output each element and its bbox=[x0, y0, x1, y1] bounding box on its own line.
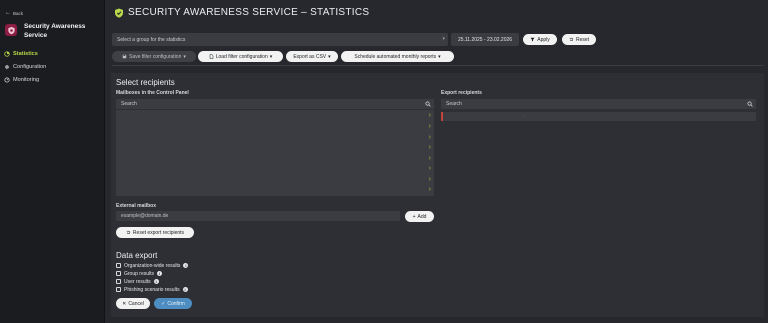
group-select-placeholder: Select a group for the statistics bbox=[117, 36, 186, 43]
save-icon bbox=[122, 54, 127, 59]
mailboxes-search-input[interactable]: Search bbox=[116, 99, 434, 109]
checkbox[interactable] bbox=[116, 263, 121, 268]
divider bbox=[112, 65, 764, 66]
info-icon[interactable]: i bbox=[182, 287, 188, 292]
option-label: Organization-wide results bbox=[124, 262, 181, 269]
schedule-label: Schedule automated monthly reports bbox=[354, 53, 437, 60]
option-phishing-scenario[interactable]: Phishing scenario results i bbox=[116, 286, 188, 293]
close-icon: ✕ bbox=[122, 300, 127, 307]
shield-icon bbox=[115, 8, 123, 18]
save-filter-label: Save filter configuration bbox=[129, 53, 182, 60]
chart-pie-icon bbox=[4, 51, 10, 57]
load-filter-label: Load filter configuration bbox=[215, 53, 268, 60]
sidebar-item-label: Monitoring bbox=[13, 77, 40, 83]
reset-export-recipients-button[interactable]: Reset export recipients bbox=[116, 227, 194, 238]
option-label: Group results bbox=[124, 270, 155, 277]
checkbox[interactable] bbox=[116, 287, 121, 292]
chevron-down-icon: ▾ bbox=[442, 36, 445, 42]
apply-button[interactable]: Apply bbox=[523, 34, 557, 45]
reset-label: Reset bbox=[575, 36, 590, 43]
reset-icon bbox=[126, 230, 131, 235]
schedule-reports-button[interactable]: Schedule automated monthly reports ▾ bbox=[341, 51, 454, 62]
export-csv-button[interactable]: Export as CSV ▾ bbox=[286, 51, 338, 62]
chevron-right-icon[interactable]: › bbox=[429, 186, 431, 193]
app-title: Security Awareness Service bbox=[24, 23, 86, 39]
info-icon[interactable]: i bbox=[153, 279, 159, 284]
cancel-label: Cancel bbox=[128, 300, 144, 307]
export-search-input[interactable]: Search bbox=[441, 99, 756, 109]
checkbox[interactable] bbox=[116, 279, 121, 284]
gear-icon bbox=[4, 64, 10, 70]
chevron-right-icon[interactable]: › bbox=[429, 144, 431, 151]
external-mailbox-input[interactable]: example@domain.de bbox=[116, 211, 400, 221]
data-export-title: Data export bbox=[116, 251, 158, 260]
chevron-right-icon[interactable]: › bbox=[429, 155, 431, 162]
apply-label: Apply bbox=[537, 36, 550, 43]
checkbox[interactable] bbox=[116, 271, 121, 276]
search-icon bbox=[425, 101, 431, 107]
page-title: SECURITY AWARENESS SERVICE – STATISTICS bbox=[128, 7, 370, 18]
external-mailbox-placeholder: example@domain.de bbox=[121, 213, 169, 219]
search-placeholder: Search bbox=[446, 101, 462, 107]
chevron-right-icon[interactable]: › bbox=[429, 165, 431, 172]
sidebar-item-label: Statistics bbox=[13, 51, 38, 57]
filter-icon bbox=[530, 37, 535, 42]
mailboxes-label: Mailboxes in the Control Panel bbox=[116, 90, 189, 96]
info-icon[interactable]: i bbox=[183, 263, 189, 268]
chevron-down-icon: ▾ bbox=[183, 53, 186, 60]
group-select[interactable]: Select a group for the statistics ▾ bbox=[112, 33, 448, 46]
search-placeholder: Search bbox=[121, 101, 137, 107]
mailboxes-list[interactable]: › › › › › › › › bbox=[116, 110, 434, 196]
chevron-right-icon[interactable]: › bbox=[429, 134, 431, 141]
check-icon: ✓ bbox=[161, 300, 166, 307]
app-shield-icon bbox=[5, 24, 17, 36]
option-label: User results bbox=[124, 278, 151, 285]
sidebar-item-label: Configuration bbox=[13, 64, 47, 70]
info-icon[interactable]: i bbox=[157, 271, 163, 276]
export-recipients-label: Export recipients bbox=[441, 90, 482, 96]
export-recipient-row[interactable]: - bbox=[441, 112, 756, 121]
chevron-right-icon[interactable]: › bbox=[429, 123, 431, 130]
sidebar: ← Back Security Awareness Service Statis… bbox=[0, 0, 105, 323]
add-button[interactable]: + Add bbox=[405, 211, 434, 222]
file-icon bbox=[209, 54, 213, 59]
arrow-left-icon: ← bbox=[5, 10, 11, 16]
confirm-button[interactable]: ✓ Confirm bbox=[154, 298, 192, 309]
add-label: Add bbox=[417, 213, 427, 220]
date-range-picker[interactable]: 25.11.2025 - 23.02.2026 bbox=[451, 33, 519, 46]
save-filter-button[interactable]: Save filter configuration ▾ bbox=[112, 51, 196, 62]
monitor-icon bbox=[4, 77, 10, 83]
search-icon bbox=[747, 101, 753, 107]
reset-button[interactable]: Reset bbox=[562, 34, 596, 45]
cancel-button[interactable]: ✕ Cancel bbox=[116, 298, 150, 309]
option-organization-wide[interactable]: Organization-wide results i bbox=[116, 262, 189, 269]
select-recipients-title: Select recipients bbox=[116, 78, 175, 87]
chevron-right-icon[interactable]: › bbox=[429, 176, 431, 183]
sidebar-item-monitoring[interactable]: Monitoring bbox=[4, 75, 102, 85]
option-group-results[interactable]: Group results i bbox=[116, 270, 163, 277]
chevron-down-icon: ▾ bbox=[269, 53, 273, 60]
export-csv-label: Export as CSV bbox=[293, 53, 327, 60]
chevron-down-icon: ▾ bbox=[328, 53, 331, 60]
reset-icon bbox=[569, 37, 574, 42]
sidebar-item-statistics[interactable]: Statistics bbox=[4, 49, 102, 59]
plus-icon: + bbox=[412, 213, 416, 220]
confirm-label: Confirm bbox=[167, 300, 185, 307]
external-mailbox-label: External mailbox bbox=[116, 203, 157, 209]
option-label: Phishing scenario results bbox=[124, 286, 180, 293]
reset-export-label: Reset export recipients bbox=[132, 229, 185, 236]
chevron-down-icon: ▾ bbox=[438, 53, 441, 60]
back-label: Back bbox=[13, 11, 24, 16]
load-filter-button[interactable]: Load filter configuration ▾ bbox=[198, 51, 283, 62]
option-user-results[interactable]: User results i bbox=[116, 278, 159, 285]
sidebar-item-configuration[interactable]: Configuration bbox=[4, 62, 102, 72]
chevron-right-icon[interactable]: › bbox=[429, 112, 431, 119]
back-link[interactable]: ← Back bbox=[5, 10, 24, 16]
